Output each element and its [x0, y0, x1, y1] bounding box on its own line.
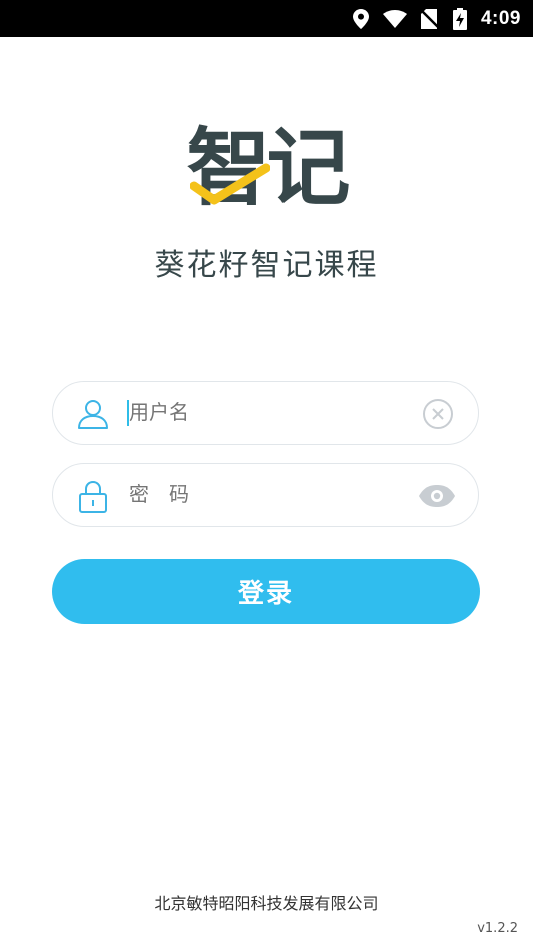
- battery-charging-icon: [452, 7, 467, 30]
- username-input[interactable]: [129, 396, 419, 430]
- checkmark-icon: [190, 163, 270, 205]
- status-time: 4:09: [480, 7, 521, 29]
- status-icons: 4:09: [352, 0, 521, 37]
- password-field[interactable]: [52, 463, 479, 527]
- company-name: 北京敏特昭阳科技发展有限公司: [154, 894, 379, 913]
- location-icon: [352, 8, 369, 29]
- login-button[interactable]: 登录: [52, 559, 480, 624]
- lock-icon: [77, 480, 109, 518]
- app-version: v1.2.2: [477, 921, 518, 936]
- wifi-icon: [382, 9, 407, 28]
- no-sim-icon: [420, 8, 439, 29]
- user-icon: [77, 398, 109, 434]
- status-bar: 4:09: [0, 0, 533, 37]
- clear-icon[interactable]: [422, 398, 454, 434]
- app-title: 葵花籽智记课程: [154, 248, 379, 283]
- eye-icon[interactable]: [418, 484, 456, 512]
- username-field[interactable]: [52, 381, 479, 445]
- password-input[interactable]: [129, 478, 419, 512]
